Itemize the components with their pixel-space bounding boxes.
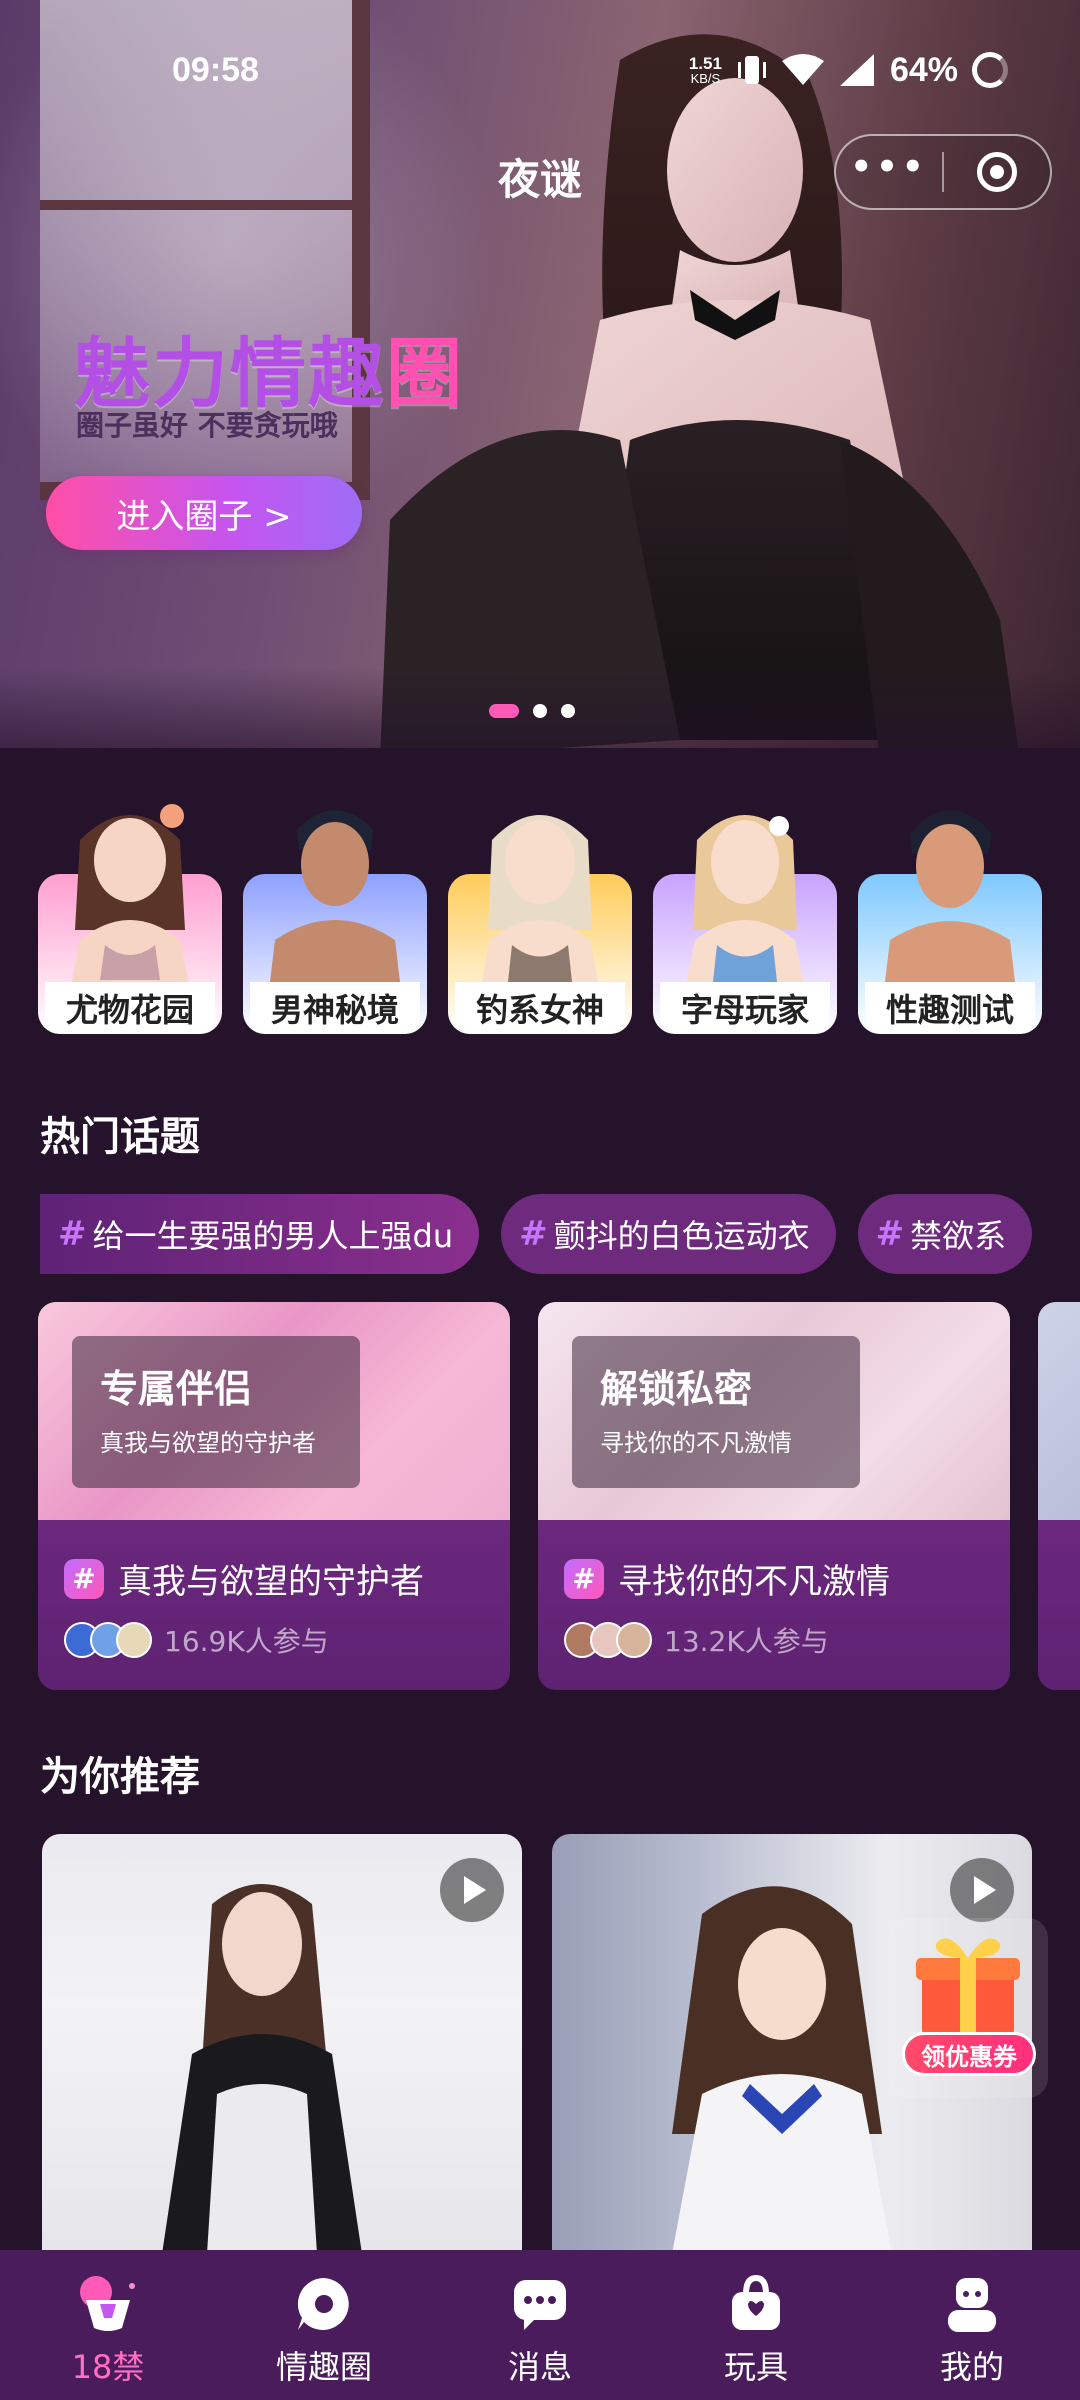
category-label: 字母玩家: [660, 982, 830, 1034]
coupon-floating-button[interactable]: 领优惠券: [888, 1918, 1048, 2098]
topic-card-overlay: 专属伴侣 真我与欲望的守护者: [72, 1336, 360, 1488]
topic-card[interactable]: 专属伴侣 真我与欲望的守护者 # 真我与欲望的守护者 16.9K人参与: [38, 1302, 510, 1690]
enter-circle-button[interactable]: 进入圈子 >: [46, 476, 362, 550]
recommend-video-card[interactable]: [42, 1834, 522, 2254]
topic-card-title: # 真我与欲望的守护者: [64, 1554, 424, 1603]
topic-tag[interactable]: # 给一生要强的男人上强du: [40, 1194, 480, 1274]
tab-label: 18禁: [71, 2348, 145, 2386]
hash-badge-icon: #: [564, 1558, 604, 1599]
female-avatar-icon: [70, 804, 190, 990]
topic-tag-label: 颤抖的白色运动衣: [553, 1217, 810, 1255]
topic-card-meta: 16.9K人参与: [64, 1620, 329, 1660]
tab-messages[interactable]: 消息: [432, 2250, 648, 2400]
female-avatar-icon: [480, 815, 600, 990]
category-item[interactable]: 字母玩家: [653, 790, 837, 1034]
topic-card[interactable]: 解锁私密 寻找你的不凡激情 # 寻找你的不凡激情 13.2K人参与: [538, 1302, 1010, 1690]
carousel-dot-active[interactable]: [489, 704, 519, 718]
avatar: [116, 1622, 152, 1658]
category-label: 性趣测试: [865, 982, 1035, 1034]
hero-banner[interactable]: 09:58 1.51 KB/S 64% 夜谜 ••• 魅力情趣圈 圈子虽好 不要…: [0, 0, 1080, 748]
mini-program-capsule: •••: [834, 134, 1052, 210]
topic-card-title: # 寻找你的不凡激情: [564, 1554, 890, 1603]
tab-profile[interactable]: 我的: [864, 2250, 1080, 2400]
participant-count: 13.2K人参与: [664, 1625, 829, 1658]
female-avatar-icon: [685, 815, 805, 990]
message-icon: [508, 2272, 572, 2336]
home-icon: [76, 2272, 140, 2336]
battery-percent: 64%: [889, 50, 958, 89]
shopping-bag-icon: [724, 2272, 788, 2336]
hero-subtitle: 圈子虽好 不要贪玩哦: [76, 409, 338, 442]
hot-topics-title: 热门话题: [40, 1114, 200, 1160]
topic-tag[interactable]: # 禁欲系: [857, 1194, 1033, 1274]
participant-avatars: [64, 1622, 152, 1658]
recommend-grid: [42, 1834, 1032, 2254]
category-row: 尤物花园 男神秘境 钓系女神 字母玩家 性趣测试: [38, 790, 1042, 1034]
network-speed-unit: KB/S: [690, 71, 721, 86]
network-speed: 1.51 KB/S: [689, 55, 722, 85]
vibrate-icon: [737, 56, 766, 84]
category-item[interactable]: 性趣测试: [858, 790, 1042, 1034]
topic-cards: 专属伴侣 真我与欲望的守护者 # 真我与欲望的守护者 16.9K人参与 解锁私密…: [38, 1302, 1080, 1690]
hash-badge-icon: #: [64, 1558, 104, 1599]
network-speed-value: 1.51: [688, 54, 722, 73]
status-icons: 1.51 KB/S 64%: [689, 51, 1008, 90]
tab-label: 我的: [939, 2348, 1004, 2386]
carousel-indicator: [489, 704, 575, 718]
avatar: [616, 1622, 652, 1658]
category-item[interactable]: 尤物花园: [38, 790, 222, 1034]
topic-overlay-title: 专属伴侣: [100, 1367, 253, 1411]
status-bar: 09:58 1.51 KB/S 64%: [0, 40, 1080, 100]
play-icon[interactable]: [950, 1858, 1014, 1922]
tab-toys[interactable]: 玩具: [648, 2250, 864, 2400]
topic-card-meta: 13.2K人参与: [564, 1620, 829, 1660]
tab-label: 玩具: [723, 2348, 788, 2386]
carousel-dot[interactable]: [561, 704, 575, 718]
topic-card-peek[interactable]: [1038, 1302, 1080, 1690]
hero-figure-image: [380, 34, 1019, 748]
gift-box-icon: [916, 1938, 1020, 2036]
wifi-icon: [781, 54, 824, 85]
tab-label: 情趣圈: [275, 2348, 372, 2386]
topic-card-title-text: 寻找你的不凡激情: [618, 1562, 890, 1602]
status-time: 09:58: [172, 50, 259, 89]
recommend-title: 为你推荐: [40, 1754, 200, 1800]
male-avatar-icon: [269, 810, 401, 990]
tab-qingqu-circle[interactable]: 情趣圈: [216, 2250, 432, 2400]
participant-avatars: [564, 1622, 652, 1658]
male-avatar-icon: [884, 810, 1016, 990]
participant-count: 16.9K人参与: [164, 1625, 329, 1658]
category-label: 男神秘境: [250, 982, 420, 1034]
topic-tag-label: 给一生要强的男人上强du: [92, 1217, 454, 1255]
category-label: 尤物花园: [45, 982, 215, 1034]
topic-tags: # 给一生要强的男人上强du # 颤抖的白色运动衣 # 禁欲系: [40, 1194, 1033, 1274]
topic-card-title-text: 真我与欲望的守护者: [118, 1562, 424, 1602]
topic-tag-label: 禁欲系: [910, 1217, 1007, 1255]
topic-overlay-subtitle: 寻找你的不凡激情: [600, 1429, 792, 1457]
carousel-dot[interactable]: [533, 704, 547, 718]
more-options-icon[interactable]: •••: [836, 150, 942, 184]
hash-icon: #: [875, 1214, 905, 1254]
tab-label: 消息: [507, 2348, 572, 2386]
hash-icon: #: [58, 1214, 87, 1254]
chat-bubble-icon: [292, 2272, 356, 2336]
topic-overlay-subtitle: 真我与欲望的守护者: [100, 1429, 316, 1457]
play-icon[interactable]: [440, 1858, 504, 1922]
cellular-signal-icon: [839, 54, 874, 86]
topic-card-image: [1038, 1302, 1080, 1520]
topic-tag[interactable]: # 颤抖的白色运动衣: [501, 1194, 836, 1274]
hash-icon: #: [519, 1214, 548, 1254]
close-target-icon[interactable]: [944, 152, 1050, 192]
profile-icon: [940, 2272, 1004, 2336]
battery-ring-icon: [972, 52, 1008, 88]
topic-card-overlay: 解锁私密 寻找你的不凡激情: [572, 1336, 860, 1488]
category-item[interactable]: 男神秘境: [243, 790, 427, 1034]
category-label: 钓系女神: [455, 982, 625, 1034]
category-item[interactable]: 钓系女神: [448, 790, 632, 1034]
coupon-label: 领优惠券: [902, 2032, 1036, 2076]
tab-18jin[interactable]: 18禁: [0, 2250, 216, 2400]
topic-overlay-title: 解锁私密: [600, 1367, 753, 1411]
bottom-tab-bar: 18禁 情趣圈 消息 玩具 我的: [0, 2250, 1080, 2400]
hero-headline-highlight: 圈: [386, 329, 464, 418]
